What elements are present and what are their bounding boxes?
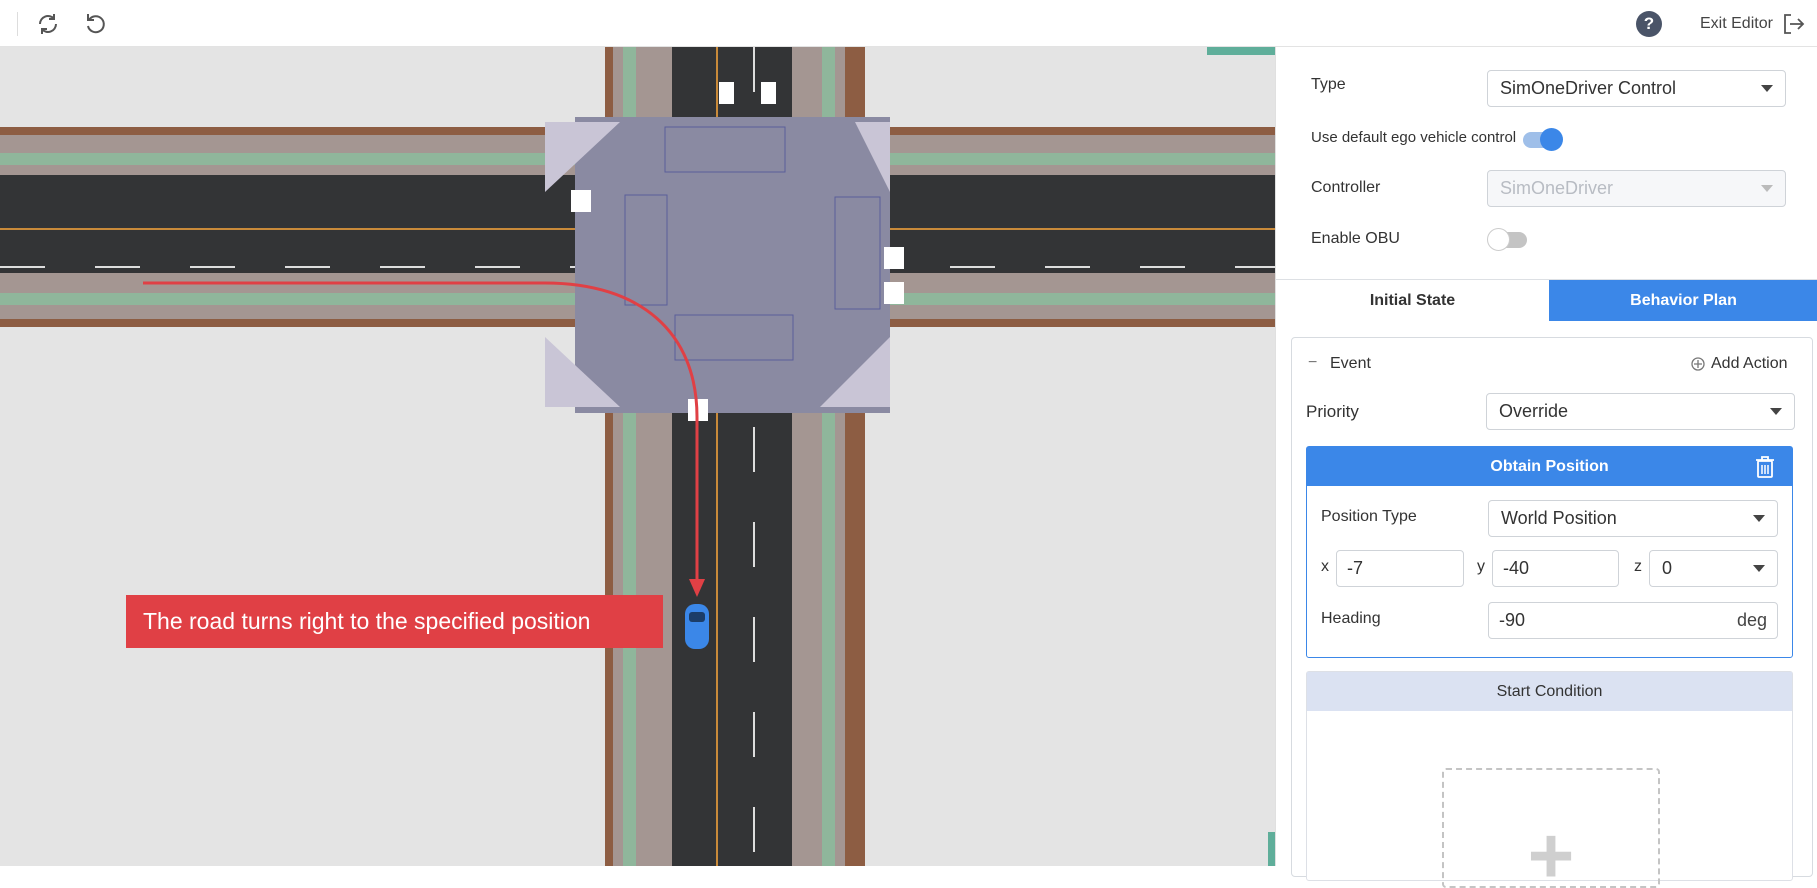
ego-vehicle[interactable] — [685, 604, 709, 649]
exit-editor-label: Exit Editor — [1700, 15, 1773, 32]
obu-toggle[interactable] — [1487, 228, 1527, 251]
undo-icon — [87, 14, 105, 34]
add-action-button[interactable]: Add Action — [1691, 355, 1788, 373]
toolbar-divider — [17, 12, 18, 36]
chevron-down-icon — [1753, 515, 1765, 522]
toggle-knob — [1487, 228, 1510, 251]
trash-icon[interactable] — [1754, 455, 1776, 479]
traffic-light — [571, 190, 591, 212]
map-canvas[interactable]: The road turns right to the specified po… — [0, 47, 1275, 866]
default-ego-label: Use default ego vehicle control — [1311, 129, 1517, 146]
start-condition-header: Start Condition — [1307, 672, 1792, 711]
add-action-label: Add Action — [1711, 355, 1788, 372]
obtain-position-card: Obtain Position Position Type World Posi… — [1306, 446, 1793, 658]
plus-icon: + — [1527, 811, 1575, 888]
heading-value: -90 — [1499, 610, 1526, 630]
undo-button[interactable] — [82, 10, 110, 38]
traffic-light — [761, 82, 776, 104]
tab-behavior-plan[interactable]: Behavior Plan — [1549, 280, 1817, 321]
priority-label: Priority — [1306, 402, 1359, 421]
obtain-position-title: Obtain Position — [1490, 457, 1609, 475]
start-condition-card: Start Condition + — [1306, 671, 1793, 888]
y-value: -40 — [1503, 558, 1530, 578]
x-input[interactable]: -7 — [1336, 550, 1464, 587]
road-network — [0, 47, 1275, 866]
annotation-label: The road turns right to the specified po… — [126, 595, 663, 648]
properties-panel: Type SimOneDriver Control Use default eg… — [1275, 47, 1817, 888]
start-condition-title: Start Condition — [1496, 682, 1603, 700]
top-toolbar: ? Exit Editor — [0, 0, 1817, 47]
tab-initial-state[interactable]: Initial State — [1276, 280, 1549, 321]
x-value: -7 — [1347, 558, 1364, 578]
redo-button[interactable] — [34, 10, 62, 38]
priority-value: Override — [1499, 401, 1569, 421]
obu-label: Enable OBU — [1311, 230, 1400, 247]
position-type-select[interactable]: World Position — [1488, 500, 1778, 537]
vehicle-windshield — [689, 612, 705, 622]
help-button[interactable]: ? — [1636, 11, 1662, 37]
type-value: SimOneDriver Control — [1500, 78, 1677, 98]
heading-unit: deg — [1736, 610, 1767, 630]
redo-icon — [39, 14, 57, 34]
traffic-light — [719, 82, 734, 104]
position-type-value: World Position — [1501, 508, 1617, 528]
position-type-label: Position Type — [1321, 508, 1417, 525]
map-edge-marker — [1268, 832, 1275, 866]
controller-value: SimOneDriver — [1500, 178, 1614, 198]
heading-label: Heading — [1321, 610, 1381, 627]
add-condition-dropzone[interactable]: + — [1442, 768, 1660, 888]
add-icon — [1691, 357, 1705, 371]
chevron-down-icon — [1753, 565, 1765, 572]
type-select[interactable]: SimOneDriver Control — [1487, 70, 1786, 107]
exit-icon — [1784, 14, 1805, 34]
default-ego-toggle[interactable] — [1523, 128, 1563, 151]
collapse-icon[interactable]: − — [1308, 354, 1317, 372]
exit-editor-button[interactable]: Exit Editor — [1700, 12, 1805, 36]
traffic-light — [884, 247, 904, 269]
obtain-position-header: Obtain Position — [1307, 447, 1792, 486]
traffic-light — [884, 282, 904, 304]
heading-input[interactable]: -90 deg — [1488, 602, 1778, 639]
controller-select: SimOneDriver — [1487, 170, 1786, 207]
y-input[interactable]: -40 — [1492, 550, 1619, 587]
priority-select[interactable]: Override — [1486, 393, 1795, 430]
event-title: Event — [1330, 355, 1371, 372]
toggle-knob — [1540, 128, 1563, 151]
chevron-down-icon — [1770, 408, 1782, 415]
chevron-down-icon — [1761, 85, 1773, 92]
z-select[interactable]: 0 — [1649, 550, 1778, 587]
type-label: Type — [1311, 76, 1346, 93]
map-edge-marker — [1207, 47, 1275, 55]
z-value: 0 — [1662, 558, 1673, 578]
help-icon: ? — [1643, 14, 1655, 33]
tab-bar: Initial State Behavior Plan — [1276, 279, 1817, 321]
z-label: z — [1634, 558, 1642, 575]
x-label: x — [1321, 558, 1329, 575]
intersection — [575, 117, 890, 413]
controller-label: Controller — [1311, 179, 1381, 196]
chevron-down-icon — [1761, 185, 1773, 192]
y-label: y — [1477, 558, 1485, 575]
